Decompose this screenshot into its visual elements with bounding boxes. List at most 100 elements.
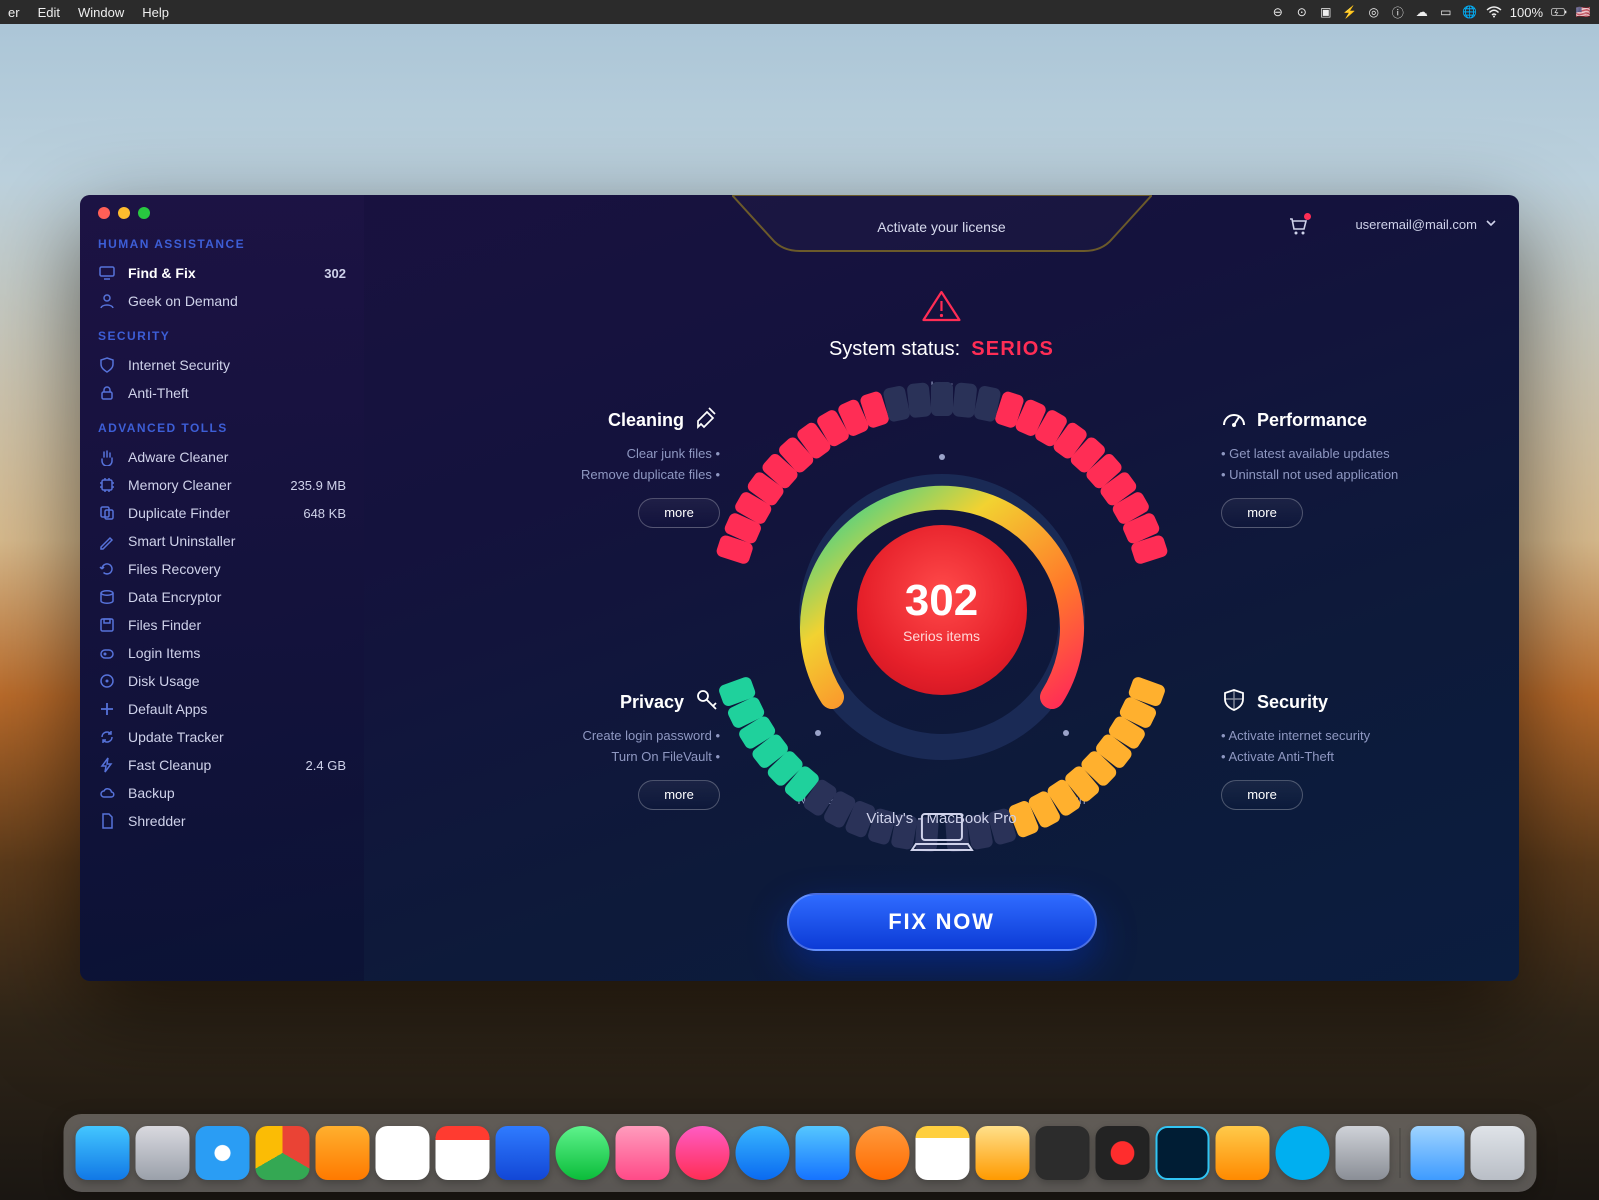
more-button[interactable]: more — [638, 780, 720, 810]
globe-icon[interactable]: 🌐 — [1462, 4, 1478, 20]
fix-now-button[interactable]: FIX NOW — [787, 893, 1097, 951]
shield-icon — [98, 356, 116, 374]
sidebar-item[interactable]: Files Finder — [98, 611, 346, 639]
sidebar-item[interactable]: Internet Security — [98, 351, 346, 379]
dock-app-chrome[interactable] — [255, 1126, 309, 1180]
dock-app-tool[interactable] — [495, 1126, 549, 1180]
macos-dock — [63, 1114, 1536, 1192]
broom-icon — [694, 405, 720, 436]
user-menu[interactable]: useremail@mail.com — [1355, 217, 1497, 232]
sidebar-item[interactable]: Shredder — [98, 807, 346, 835]
sidebar-item[interactable]: Backup — [98, 779, 346, 807]
cloud-icon[interactable]: ☁ — [1414, 4, 1430, 20]
card-privacy: Privacy Create login password Turn On Fi… — [460, 687, 720, 810]
card-security: Security Activate internet security Acti… — [1221, 687, 1481, 810]
wifi-icon[interactable] — [1486, 4, 1502, 20]
sidebar-item[interactable]: Login Items — [98, 639, 346, 667]
dock-app-finder[interactable] — [75, 1126, 129, 1180]
dock-app-messages[interactable] — [555, 1126, 609, 1180]
sidebar-item-label: Fast Cleanup — [128, 757, 294, 773]
zoom-button[interactable] — [138, 207, 150, 219]
menu-icon[interactable]: ⊙ — [1294, 4, 1310, 20]
card-title: Performance — [1257, 410, 1367, 431]
cc-icon[interactable]: ◎ — [1366, 4, 1382, 20]
dock-app-photos[interactable] — [375, 1126, 429, 1180]
dock-app-generic[interactable] — [1215, 1126, 1269, 1180]
dock-app-figma[interactable] — [1035, 1126, 1089, 1180]
dock-app-notes[interactable] — [915, 1126, 969, 1180]
dock-app-calendar[interactable] — [435, 1126, 489, 1180]
sidebar-item[interactable]: Duplicate Finder648 KB — [98, 499, 346, 527]
sidebar-item[interactable]: Find & Fix302 — [98, 259, 346, 287]
window-controls — [98, 207, 346, 219]
more-button[interactable]: more — [1221, 780, 1303, 810]
sidebar-item[interactable]: Disk Usage — [98, 667, 346, 695]
sidebar-item-value: 648 KB — [303, 506, 346, 521]
cloud-icon — [98, 784, 116, 802]
menubar-item[interactable]: Window — [78, 5, 124, 20]
activate-license-tab[interactable]: Activate your license — [732, 195, 1152, 259]
dock-app-trash[interactable] — [1470, 1126, 1524, 1180]
more-button[interactable]: more — [1221, 498, 1303, 528]
more-button[interactable]: more — [638, 498, 720, 528]
dock-app-preferences[interactable] — [1335, 1126, 1389, 1180]
sidebar-item[interactable]: Files Recovery — [98, 555, 346, 583]
disk-icon — [98, 672, 116, 690]
shield-icon — [1221, 687, 1247, 718]
cart-button[interactable] — [1287, 215, 1309, 237]
person-icon — [98, 292, 116, 310]
sidebar-section-title: HUMAN ASSISTANCE — [98, 237, 346, 251]
sidebar-section-title: ADVANCED TOLLS — [98, 421, 346, 435]
dock-app-generic[interactable] — [855, 1126, 909, 1180]
dock-app-skype[interactable] — [1275, 1126, 1329, 1180]
dock-app-music[interactable] — [675, 1126, 729, 1180]
menubar-item[interactable]: Help — [142, 5, 169, 20]
laptop-icon — [909, 810, 973, 854]
key-icon — [694, 687, 720, 718]
sidebar-item[interactable]: Default Apps — [98, 695, 346, 723]
bolt-icon[interactable]: ⚡ — [1342, 4, 1358, 20]
info-icon[interactable]: ⓘ — [1390, 4, 1406, 20]
sidebar-item-label: Default Apps — [128, 701, 346, 717]
dock-app-photoshop[interactable] — [1155, 1126, 1209, 1180]
menubar-item[interactable]: Edit — [38, 5, 60, 20]
sidebar-item[interactable]: Anti-Theft — [98, 379, 346, 407]
sidebar-item[interactable]: Adware Cleaner — [98, 443, 346, 471]
menu-icon[interactable]: ▣ — [1318, 4, 1334, 20]
dock-app-folder[interactable] — [1410, 1126, 1464, 1180]
sidebar: HUMAN ASSISTANCE Find & Fix302Geek on Dem… — [80, 195, 364, 981]
risk-gauge: Low Normal High — [662, 367, 1222, 887]
sidebar-item-value: 2.4 GB — [306, 758, 346, 773]
dock-app-mail[interactable] — [795, 1126, 849, 1180]
dock-app-safari[interactable] — [195, 1126, 249, 1180]
sidebar-item[interactable]: Smart Uninstaller — [98, 527, 346, 555]
dock-app-generic[interactable] — [615, 1126, 669, 1180]
sidebar-item[interactable]: Fast Cleanup 2.4 GB — [98, 751, 346, 779]
user-email: useremail@mail.com — [1355, 217, 1477, 232]
sidebar-item[interactable]: Memory Cleaner235.9 MB — [98, 471, 346, 499]
battery-icon[interactable] — [1551, 4, 1567, 20]
dock-app-appstore[interactable] — [735, 1126, 789, 1180]
flag-icon[interactable]: 🇺🇸 — [1575, 4, 1591, 20]
menu-icon[interactable]: ⊖ — [1270, 4, 1286, 20]
sidebar-item-label: Data Encryptor — [128, 589, 346, 605]
minimize-button[interactable] — [118, 207, 130, 219]
card-line: Uninstall not used application — [1221, 465, 1481, 486]
dock-app-books[interactable] — [315, 1126, 369, 1180]
sidebar-item[interactable]: Data Encryptor — [98, 583, 346, 611]
menubar-item[interactable]: er — [8, 5, 20, 20]
sidebar-item[interactable]: Geek on Demand — [98, 287, 346, 315]
close-button[interactable] — [98, 207, 110, 219]
dock-app-recorder[interactable] — [1095, 1126, 1149, 1180]
sidebar-item[interactable]: Update Tracker — [98, 723, 346, 751]
dock-app-sketch[interactable] — [975, 1126, 1029, 1180]
sidebar-item-label: Find & Fix — [128, 265, 312, 281]
sidebar-item-label: Adware Cleaner — [128, 449, 346, 465]
refresh-icon — [98, 728, 116, 746]
sidebar-item-label: Files Recovery — [128, 561, 346, 577]
display-icon[interactable]: ▭ — [1438, 4, 1454, 20]
battery-pct: 100% — [1510, 5, 1543, 20]
pencil-icon — [98, 532, 116, 550]
macos-menubar: er Edit Window Help ⊖ ⊙ ▣ ⚡ ◎ ⓘ ☁ ▭ 🌐 10… — [0, 0, 1599, 24]
dock-app-launchpad[interactable] — [135, 1126, 189, 1180]
